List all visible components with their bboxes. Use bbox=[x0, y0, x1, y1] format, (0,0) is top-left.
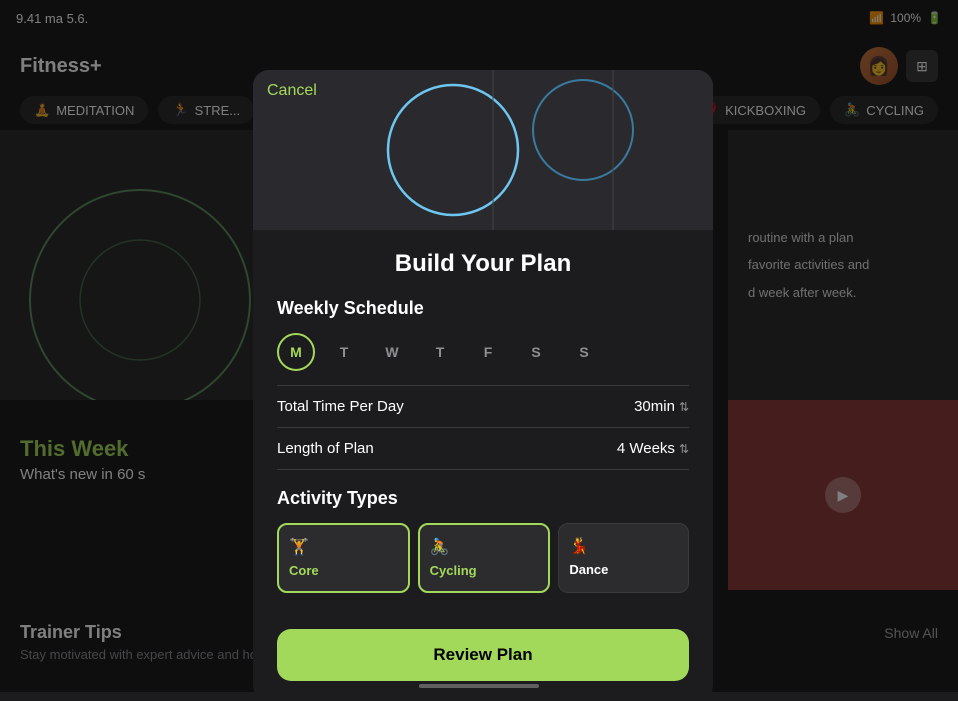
weekly-schedule-title: Weekly Schedule bbox=[277, 298, 689, 319]
day-saturday[interactable]: S bbox=[517, 333, 555, 371]
length-chevron: ⇅ bbox=[679, 442, 689, 456]
review-btn-wrap: Review Plan bbox=[253, 613, 713, 681]
dance-icon: 💃 bbox=[569, 536, 678, 556]
length-of-plan-value[interactable]: 4 Weeks ⇅ bbox=[617, 440, 689, 457]
activity-dance[interactable]: 💃 Dance bbox=[558, 523, 689, 593]
core-icon: 🏋 bbox=[289, 537, 398, 557]
length-of-plan-row: Length of Plan 4 Weeks ⇅ bbox=[277, 427, 689, 470]
day-thursday[interactable]: T bbox=[421, 333, 459, 371]
total-time-chevron: ⇅ bbox=[679, 400, 689, 414]
activity-core[interactable]: 🏋 Core bbox=[277, 523, 410, 593]
total-time-value[interactable]: 30min ⇅ bbox=[634, 398, 689, 415]
day-friday[interactable]: F bbox=[469, 333, 507, 371]
day-sunday[interactable]: S bbox=[565, 333, 603, 371]
total-time-label: Total Time Per Day bbox=[277, 398, 404, 415]
modal-content: Build Your Plan Weekly Schedule M T W T … bbox=[253, 230, 713, 613]
weekly-schedule-section: Weekly Schedule M T W T F S S Total Time… bbox=[277, 298, 689, 470]
activity-types-section: Activity Types 🏋 Core 🚴 Cycling 💃 Dance bbox=[277, 488, 689, 593]
activity-grid: 🏋 Core 🚴 Cycling 💃 Dance bbox=[277, 523, 689, 593]
modal-hero: Cancel bbox=[253, 70, 713, 230]
day-tuesday[interactable]: T bbox=[325, 333, 363, 371]
home-indicator bbox=[419, 684, 539, 688]
core-label: Core bbox=[289, 563, 398, 578]
day-monday[interactable]: M bbox=[277, 333, 315, 371]
length-of-plan-label: Length of Plan bbox=[277, 440, 374, 457]
modal-title: Build Your Plan bbox=[277, 250, 689, 278]
cycling-activity-icon: 🚴 bbox=[430, 537, 539, 557]
dance-label: Dance bbox=[569, 562, 678, 577]
activity-cycling[interactable]: 🚴 Cycling bbox=[418, 523, 551, 593]
cancel-button[interactable]: Cancel bbox=[267, 82, 317, 100]
review-plan-button[interactable]: Review Plan bbox=[277, 629, 689, 681]
activity-types-title: Activity Types bbox=[277, 488, 689, 509]
day-wednesday[interactable]: W bbox=[373, 333, 411, 371]
cycling-activity-label: Cycling bbox=[430, 563, 539, 578]
build-your-plan-modal: Cancel Build Your Plan Weekly Schedule M… bbox=[253, 70, 713, 701]
total-time-row: Total Time Per Day 30min ⇅ bbox=[277, 385, 689, 427]
day-selector: M T W T F S S bbox=[277, 333, 689, 371]
